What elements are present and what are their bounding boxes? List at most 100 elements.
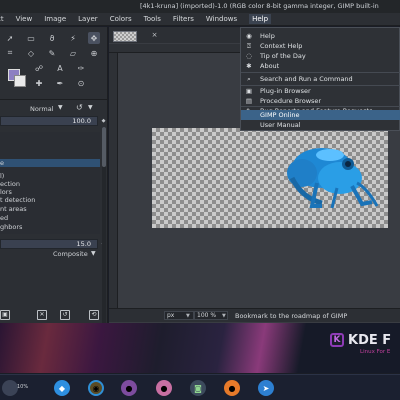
list-item[interactable] [0, 142, 100, 150]
battery-badge: 10% [17, 384, 29, 390]
eraser-icon[interactable]: ▱ [67, 47, 79, 59]
scrollbar-thumb[interactable] [102, 127, 106, 167]
browser-icon[interactable]: ● [121, 380, 137, 396]
reset-icon[interactable]: ⟲ [89, 310, 99, 320]
restore-icon[interactable]: ↺ [60, 310, 70, 320]
mode-row: Normal ▼ ↺ ▼ [0, 103, 108, 115]
statusbar: px ▼ 100 % ▼ Bookmark to the roadmap of … [109, 308, 400, 322]
menu-image[interactable]: Image [44, 15, 66, 23]
menu-colors[interactable]: Colors [110, 15, 132, 23]
list-item[interactable]: t detection [0, 196, 100, 204]
smudge-icon[interactable]: ☍ [33, 62, 45, 74]
gimp-taskbar-icon[interactable]: ◉ [88, 380, 104, 396]
menu-item-plugin-browser[interactable]: ▣ Plug-in Browser [241, 86, 400, 96]
size-slider[interactable]: 15.0 ◆ [0, 239, 105, 249]
menubar: ct View Image Layer Colors Tools Filters… [0, 13, 400, 26]
move-icon[interactable]: ✥ [88, 32, 100, 44]
spin-arrows-icon[interactable]: ◆ [99, 117, 108, 126]
delete-icon[interactable]: ✕ [37, 310, 47, 320]
menu-item-label: Plug-in Browser [260, 87, 311, 95]
image-canvas[interactable] [152, 128, 388, 228]
transform-icon[interactable]: ◇ [25, 47, 37, 59]
opacity-value: 100.0 [72, 117, 91, 125]
list-item[interactable]: ghbors [0, 223, 100, 231]
paths-icon[interactable]: ✑ [75, 62, 87, 74]
color-picker-icon[interactable]: ✒ [54, 77, 66, 89]
image-tab-thumbnail[interactable] [113, 31, 137, 42]
gimp-icon: ✱ [246, 62, 252, 70]
menu-filters[interactable]: Filters [173, 15, 194, 23]
menu-item-label: Procedure Browser [260, 97, 322, 105]
toolbox-dock: ➚ ▭ ϑ ⚡ ✥ ⌗ ◇ ✎ ▱ ⊕ ☍ A ✑ ✚ ✒ ⊙ Normal ▼ [0, 27, 109, 337]
menu-item-about[interactable]: ✱ About [241, 61, 400, 71]
app-icon[interactable]: ● [156, 380, 172, 396]
tool-row-1: ➚ ▭ ϑ ⚡ ✥ [4, 32, 109, 44]
heal-icon[interactable]: ✚ [33, 77, 45, 89]
tool-options-list: e l) ection lors t detection nt areas ed… [0, 132, 100, 234]
menu-edit[interactable]: ct [0, 15, 4, 23]
menu-windows[interactable]: Windows [206, 15, 237, 23]
brush-icon[interactable]: ✎ [46, 47, 58, 59]
list-item[interactable]: lors [0, 188, 100, 196]
text-icon[interactable]: A [54, 62, 66, 74]
list-item[interactable]: ed [0, 214, 100, 222]
help-icon: ◉ [246, 32, 252, 40]
plugin-icon: ▣ [245, 87, 253, 95]
menu-tools[interactable]: Tools [144, 15, 161, 23]
screen: [4k1-kruna] (imported)-1.0 (RGB color 8-… [0, 0, 400, 400]
list-item[interactable]: l) [0, 172, 100, 180]
list-item[interactable]: e [0, 159, 100, 167]
search-icon: ⌕ [247, 75, 251, 83]
kde-logo-icon: K [330, 333, 344, 347]
menu-item-context-help[interactable]: ⍰ Context Help [241, 41, 400, 51]
dock-scrollbar[interactable] [102, 127, 106, 337]
help-menu: ◉ Help ⍰ Context Help ◌ Tip of the Day ✱… [240, 27, 400, 131]
list-item[interactable]: ection [0, 180, 100, 188]
menu-layer[interactable]: Layer [78, 15, 98, 23]
rect-select-icon[interactable]: ▭ [25, 32, 37, 44]
composite-row: Composite ▼ [0, 249, 100, 259]
composite-select[interactable]: Composite [53, 250, 88, 258]
mode-select[interactable]: Normal [30, 105, 54, 113]
zoom-icon[interactable]: ⊙ [75, 77, 87, 89]
list-item[interactable]: nt areas [0, 205, 100, 213]
vertical-ruler [109, 53, 118, 308]
files-icon[interactable]: ➤ [258, 380, 274, 396]
size-value: 15.0 [76, 240, 91, 248]
menu-view[interactable]: View [16, 15, 33, 23]
chevron-down-icon: ▼ [88, 104, 93, 111]
menu-help[interactable]: Help [249, 14, 272, 24]
menu-item-label: User Manual [260, 121, 301, 129]
list-item[interactable] [0, 132, 100, 140]
menu-item-user-manual[interactable]: User Manual [241, 120, 400, 130]
clone-icon[interactable]: ⊕ [88, 47, 100, 59]
menu-item-gimp-online[interactable]: GIMP Online [241, 110, 400, 120]
game-icon[interactable]: ◙ [190, 380, 206, 396]
unit-value: px [167, 312, 175, 319]
menu-item-tip-of-the-day[interactable]: ◌ Tip of the Day [241, 51, 400, 61]
menu-item-search-command[interactable]: ⌕ Search and Run a Command [241, 74, 400, 84]
background-color-swatch[interactable] [14, 75, 26, 87]
close-icon[interactable]: × [150, 31, 159, 40]
opacity-slider[interactable]: 100.0 ◆ [0, 116, 105, 126]
menu-item-procedure-browser[interactable]: ▤ Procedure Browser [241, 96, 400, 106]
menu-item-label: GIMP Online [260, 111, 300, 119]
status-message: Bookmark to the roadmap of GIMP [235, 312, 348, 320]
crop-icon[interactable]: ⌗ [4, 47, 16, 59]
menu-separator [241, 72, 400, 73]
zoom-value: 100 % [197, 312, 217, 319]
fuzzy-select-icon[interactable]: ⚡ [67, 32, 79, 44]
discover-icon[interactable]: ◆ [54, 380, 70, 396]
chevron-down-icon: ▼ [91, 250, 96, 257]
menu-item-help[interactable]: ◉ Help [241, 31, 400, 41]
save-preset-icon[interactable]: ▣ [0, 310, 10, 320]
lasso-icon[interactable]: ϑ [46, 32, 58, 44]
desktop-wallpaper [0, 323, 400, 373]
pointer-icon[interactable]: ➚ [4, 32, 16, 44]
launcher-icon[interactable] [2, 380, 18, 396]
firefox-icon[interactable]: ● [224, 380, 240, 396]
reset-icon[interactable]: ↺ [76, 103, 83, 112]
chevron-down-icon: ▼ [58, 104, 63, 111]
menu-item-label: Help [260, 32, 275, 40]
chevron-down-icon: ▼ [222, 313, 226, 319]
